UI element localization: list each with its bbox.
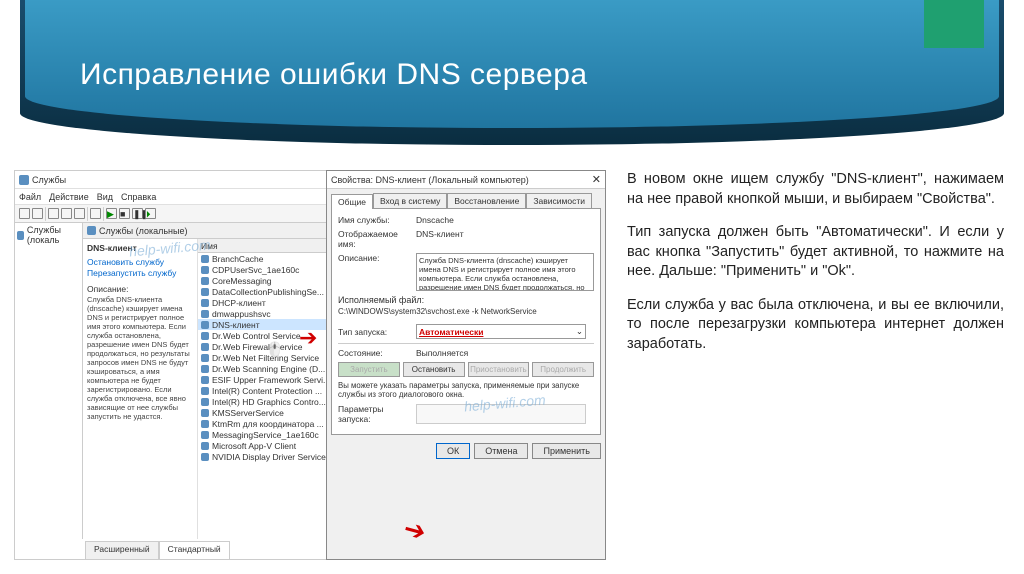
executable-path: C:\WINDOWS\system32\svchost.exe -k Netwo… — [338, 307, 594, 316]
gear-icon — [201, 420, 209, 428]
stop-button[interactable]: Остановить — [403, 362, 465, 377]
menu-action[interactable]: Действие — [49, 192, 89, 202]
gear-icon — [201, 453, 209, 461]
instructions-text: В новом окне ищем службу "DNS-клиент", н… — [627, 170, 1004, 560]
detail-restart-link[interactable]: Перезапустить службу — [87, 268, 193, 278]
resume-button[interactable]: Продолжить — [532, 362, 594, 377]
detail-stop-link[interactable]: Остановить службу — [87, 257, 193, 267]
tab-dependencies[interactable]: Зависимости — [526, 193, 592, 208]
gear-icon — [201, 277, 209, 285]
launch-params-input[interactable] — [416, 404, 586, 424]
service-state: Выполняется — [416, 348, 594, 358]
gear-icon — [201, 387, 209, 395]
detail-service-name: DNS-клиент — [87, 243, 193, 253]
pause-button[interactable]: Приостановить — [468, 362, 530, 377]
gear-icon — [201, 332, 209, 340]
apply-button[interactable]: Применить — [532, 443, 601, 459]
detail-description: Служба DNS-клиента (dnscache) кэширует и… — [87, 295, 193, 421]
gear-icon — [201, 299, 209, 307]
nav-services-local[interactable]: Службы (локаль — [17, 225, 80, 245]
ok-button[interactable]: ОК — [436, 443, 470, 459]
gear-icon — [201, 288, 209, 296]
menu-view[interactable]: Вид — [97, 192, 113, 202]
gear-icon — [201, 321, 209, 329]
gear-icon — [201, 365, 209, 373]
gear-icon — [201, 376, 209, 384]
services-menubar[interactable]: Файл Действие Вид Справка — [15, 189, 368, 205]
close-icon[interactable]: ✕ — [592, 173, 601, 186]
gear-icon — [201, 398, 209, 406]
services-window: Службы Файл Действие Вид Справка ▶ ■ — [14, 170, 369, 560]
tool-help-icon[interactable] — [90, 208, 101, 219]
gear-icon — [201, 255, 209, 263]
tab-recovery[interactable]: Восстановление — [447, 193, 526, 208]
cursor-icon: 🖱️ — [266, 341, 283, 358]
start-button[interactable]: Запустить — [338, 362, 400, 377]
gear-icon — [201, 431, 209, 439]
tab-extended[interactable]: Расширенный — [85, 541, 159, 559]
services-titlebar[interactable]: Службы — [15, 171, 368, 189]
tab-general[interactable]: Общие — [331, 194, 373, 209]
services-nav-tree[interactable]: Службы (локаль — [15, 223, 83, 539]
cancel-button[interactable]: Отмена — [474, 443, 528, 459]
gear-icon — [201, 442, 209, 450]
tool-stop-icon[interactable]: ■ — [119, 208, 130, 219]
slide-title: Исправление ошибки DNS сервера — [80, 58, 588, 92]
properties-dialog: Свойства: DNS-клиент (Локальный компьюте… — [326, 170, 606, 560]
tool-restart-icon[interactable]: ⏵ — [145, 208, 156, 219]
tab-standard[interactable]: Стандартный — [159, 541, 230, 559]
tool-play-icon[interactable]: ▶ — [106, 208, 117, 219]
chevron-down-icon: ⌄ — [576, 326, 583, 337]
tool-pause-icon[interactable]: ❚❚ — [132, 208, 143, 219]
tool-props-icon[interactable] — [48, 208, 59, 219]
tab-logon[interactable]: Вход в систему — [373, 193, 447, 208]
gear-icon — [17, 231, 24, 240]
screenshot-area: Службы Файл Действие Вид Справка ▶ ■ — [14, 170, 609, 560]
tool-export-icon[interactable] — [74, 208, 85, 219]
description-box[interactable]: Служба DNS-клиента (dnscache) кэширует и… — [416, 253, 594, 291]
gear-icon — [87, 226, 96, 235]
properties-titlebar[interactable]: Свойства: DNS-клиент (Локальный компьюте… — [327, 171, 605, 189]
startup-type-select[interactable]: Автоматически ⌄ — [416, 324, 586, 339]
gear-icon — [201, 310, 209, 318]
gear-icon — [201, 266, 209, 274]
tool-back-icon[interactable] — [19, 208, 30, 219]
gear-icon — [201, 354, 209, 362]
service-detail-pane: DNS-клиент Остановить службу Перезапусти… — [83, 239, 198, 539]
menu-help[interactable]: Справка — [121, 192, 156, 202]
services-icon — [19, 175, 29, 185]
tool-refresh-icon[interactable] — [61, 208, 72, 219]
tool-fwd-icon[interactable] — [32, 208, 43, 219]
gear-icon — [201, 409, 209, 417]
menu-file[interactable]: Файл — [19, 192, 41, 202]
services-toolbar[interactable]: ▶ ■ ❚❚ ⏵ — [15, 205, 368, 223]
display-name-value: DNS-клиент — [416, 229, 594, 249]
gear-icon — [201, 343, 209, 351]
service-name-value: Dnscache — [416, 215, 594, 225]
